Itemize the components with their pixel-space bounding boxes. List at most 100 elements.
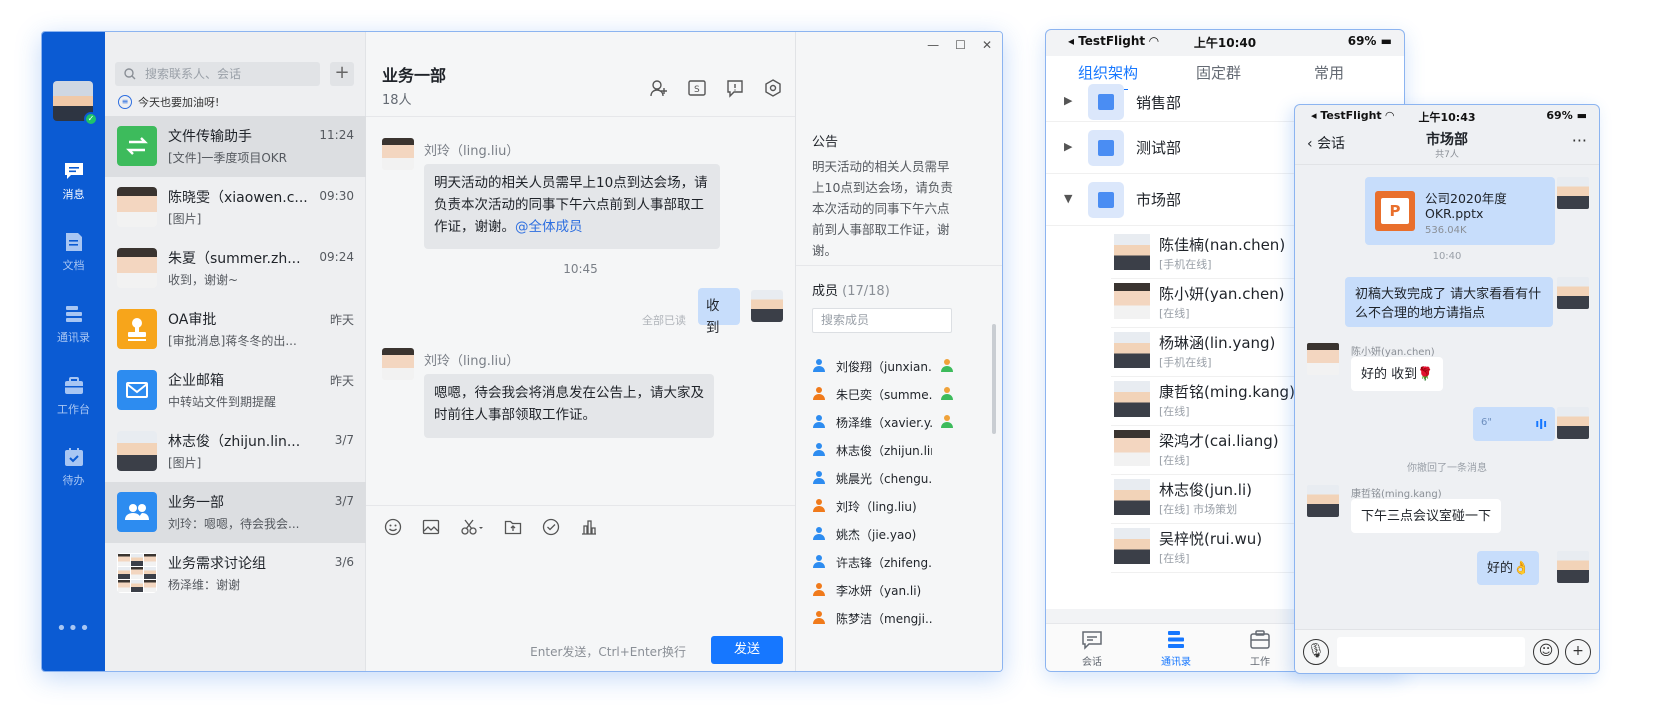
conversation-zhijun[interactable]: 林志俊（zhijun.lin... 3/7 [图片] xyxy=(105,421,366,482)
my-message-bubble[interactable]: 初稿大致完成了 请大家看看有什么不合理的地方请指点 xyxy=(1345,277,1553,327)
file-icon[interactable]: S xyxy=(687,78,707,98)
emoji-icon[interactable] xyxy=(384,518,402,536)
conversation-list: 搜索联系人、会话 + ≡ 今天也要加油呀! 文件传输助手 11:24 [文件]一季… xyxy=(105,32,366,671)
sender-avatar[interactable] xyxy=(1307,485,1339,517)
tab-fixed-groups[interactable]: 固定群 xyxy=(1196,62,1241,83)
group-info-panel: — ☐ ✕ 公告 明天活动的相关人员需早上10点到达会场，请负责本次活动的同事下… xyxy=(796,32,1002,671)
member-search-input[interactable]: 搜索成员 xyxy=(812,308,952,333)
contacts-icon xyxy=(65,306,82,322)
settings-icon[interactable] xyxy=(763,78,783,98)
send-button[interactable]: 发送 xyxy=(711,636,783,664)
sender-avatar[interactable] xyxy=(382,348,414,380)
tab-frequent[interactable]: 常用 xyxy=(1314,62,1344,83)
message-composer[interactable]: Enter发送，Ctrl+Enter换行 发送 xyxy=(366,505,795,671)
member-item[interactable]: 林志俊（zhijun.lin) xyxy=(812,440,962,460)
file-message[interactable]: 公司2020年度OKR.pptx 536.04K xyxy=(1365,177,1555,245)
conversation-xiaowen[interactable]: 陈晓雯（xiaowen.c... 09:30 [图片] xyxy=(105,177,366,238)
avatar xyxy=(1114,332,1150,368)
sender-name: 刘玲（ling.liu） xyxy=(424,354,520,369)
department-icon xyxy=(1088,130,1124,166)
avatar xyxy=(117,248,157,288)
conversation-file-transfer[interactable]: 文件传输助手 11:24 [文件]一季度项目OKR xyxy=(105,116,366,177)
member-item[interactable]: 许志锋（zhifeng... xyxy=(812,552,962,572)
message-input[interactable] xyxy=(1337,637,1525,667)
bottom-tab-chats[interactable]: 会话 xyxy=(1062,630,1122,668)
emoji-icon[interactable]: ☺ xyxy=(1533,639,1559,665)
member-item[interactable]: 陈梦洁（mengji... xyxy=(812,608,962,628)
close-icon[interactable]: ✕ xyxy=(982,38,992,52)
person-icon xyxy=(813,415,825,428)
minimize-icon[interactable]: — xyxy=(927,38,939,52)
nav-contacts[interactable]: 通讯录 xyxy=(42,303,105,345)
maximize-icon[interactable]: ☐ xyxy=(955,38,966,52)
add-member-icon[interactable] xyxy=(649,78,669,98)
conversation-oa-approval[interactable]: OA审批 昨天 [审批消息]蒋冬冬的出... xyxy=(105,299,366,360)
admin-icon xyxy=(941,359,953,372)
read-status[interactable]: 全部已读 xyxy=(642,312,686,328)
my-avatar[interactable] xyxy=(1557,277,1589,309)
folder-upload-icon[interactable] xyxy=(504,518,522,536)
signature-icon: ≡ xyxy=(118,95,132,109)
member-item[interactable]: 朱巳奕（summe... xyxy=(812,384,962,404)
plus-icon[interactable]: + xyxy=(1565,639,1591,665)
message-bubble[interactable]: 下午三点会议室碰一下 xyxy=(1351,499,1502,533)
my-avatar[interactable] xyxy=(1557,551,1589,583)
user-avatar[interactable]: ✓ xyxy=(53,81,98,126)
bottom-tab-contacts[interactable]: 通讯录 xyxy=(1146,630,1206,668)
sender-avatar[interactable] xyxy=(382,138,414,170)
sender-avatar[interactable] xyxy=(1307,343,1339,375)
voice-duration: 6" xyxy=(1481,417,1492,428)
message-bubble[interactable]: 好的 收到🌹 xyxy=(1351,357,1444,391)
add-button[interactable]: + xyxy=(330,62,354,86)
nav-messages[interactable]: 消息 xyxy=(42,160,105,202)
member-item[interactable]: 李冰妍（yan.li) xyxy=(812,580,962,600)
chart-icon[interactable] xyxy=(580,518,598,536)
expand-arrow-icon[interactable]: ▶ xyxy=(1064,94,1072,107)
department-icon xyxy=(1088,182,1124,218)
image-icon[interactable] xyxy=(422,518,440,536)
more-icon[interactable]: ··· xyxy=(1572,131,1587,150)
sender-name: 康哲铭(ming.kang) xyxy=(1351,489,1442,500)
my-avatar[interactable] xyxy=(1557,177,1589,209)
conversation-summer[interactable]: 朱夏（summer.zh... 09:24 收到，谢谢~ xyxy=(105,238,366,299)
member-item[interactable]: 刘玲（ling.liu) xyxy=(812,496,962,516)
message-bubble[interactable]: 嗯嗯，待会我会将消息发在公告上，请大家及时前往人事部领取工作证。 xyxy=(424,374,714,438)
member-item[interactable]: 刘俊翔（junxian... xyxy=(812,356,962,376)
nav-todo[interactable]: 待办 xyxy=(42,446,105,488)
department-icon xyxy=(1088,84,1124,120)
status-bar: ◂ TestFlight ◠ 上午10:40 69% ▬ xyxy=(1046,30,1404,52)
check-circle-icon[interactable] xyxy=(542,518,560,536)
bottom-tab-work[interactable]: 工作 xyxy=(1230,630,1290,668)
announcement-icon[interactable] xyxy=(725,78,745,98)
more-icon[interactable]: ••• xyxy=(42,618,105,639)
my-message-bubble[interactable]: 收到 xyxy=(698,288,740,336)
conversation-enterprise-mail[interactable]: 企业邮箱 昨天 中转站文件到期提醒 xyxy=(105,360,366,421)
conversation-business-dept[interactable]: 业务一部 3/7 刘玲：嗯嗯，待会我会... xyxy=(105,482,366,543)
avatar xyxy=(1114,430,1150,466)
contact-name: 吴梓悦(rui.wu) xyxy=(1159,530,1263,548)
avatar xyxy=(117,431,157,471)
nav-workbench[interactable]: 工作台 xyxy=(42,375,105,417)
mention-all-link[interactable]: @全体成员 xyxy=(515,219,583,235)
status-motto[interactable]: ≡ 今天也要加油呀! xyxy=(118,94,219,110)
member-item[interactable]: 姚晨光（chengu... xyxy=(812,468,962,488)
member-item[interactable]: 姚杰（jie.yao) xyxy=(812,524,962,544)
message-bubble[interactable]: 明天活动的相关人员需早上10点到达会场，请负责本次活动的同事下午六点前到人事部取… xyxy=(424,164,720,249)
composer-toolbar xyxy=(384,518,598,536)
tab-org-structure[interactable]: 组织架构 xyxy=(1078,62,1138,91)
my-message-bubble[interactable]: 好的👌 xyxy=(1477,551,1540,585)
collapse-arrow-icon[interactable]: ▼ xyxy=(1064,192,1072,205)
contacts-icon xyxy=(1168,631,1184,648)
contact-search-input[interactable]: 搜索联系人、会话 xyxy=(115,62,320,86)
member-scrollbar[interactable] xyxy=(992,324,996,434)
conversation-requirements-group[interactable]: 业务需求讨论组 3/6 杨泽维：谢谢 xyxy=(105,543,366,604)
announcement-text[interactable]: 明天活动的相关人员需早上10点到达会场，请负责本次活动的同事下午六点前到人事部取… xyxy=(812,156,957,261)
my-avatar[interactable] xyxy=(1557,407,1589,439)
expand-arrow-icon[interactable]: ▶ xyxy=(1064,140,1072,153)
screenshot-scissors-icon[interactable] xyxy=(460,518,484,536)
member-item[interactable]: 杨泽维（xavier.y... xyxy=(812,412,962,432)
nav-documents[interactable]: 文档 xyxy=(42,231,105,273)
my-avatar[interactable] xyxy=(751,290,783,322)
voice-message[interactable]: 6" ıǀı xyxy=(1473,407,1555,441)
microphone-icon[interactable]: 🎙 xyxy=(1303,639,1329,665)
